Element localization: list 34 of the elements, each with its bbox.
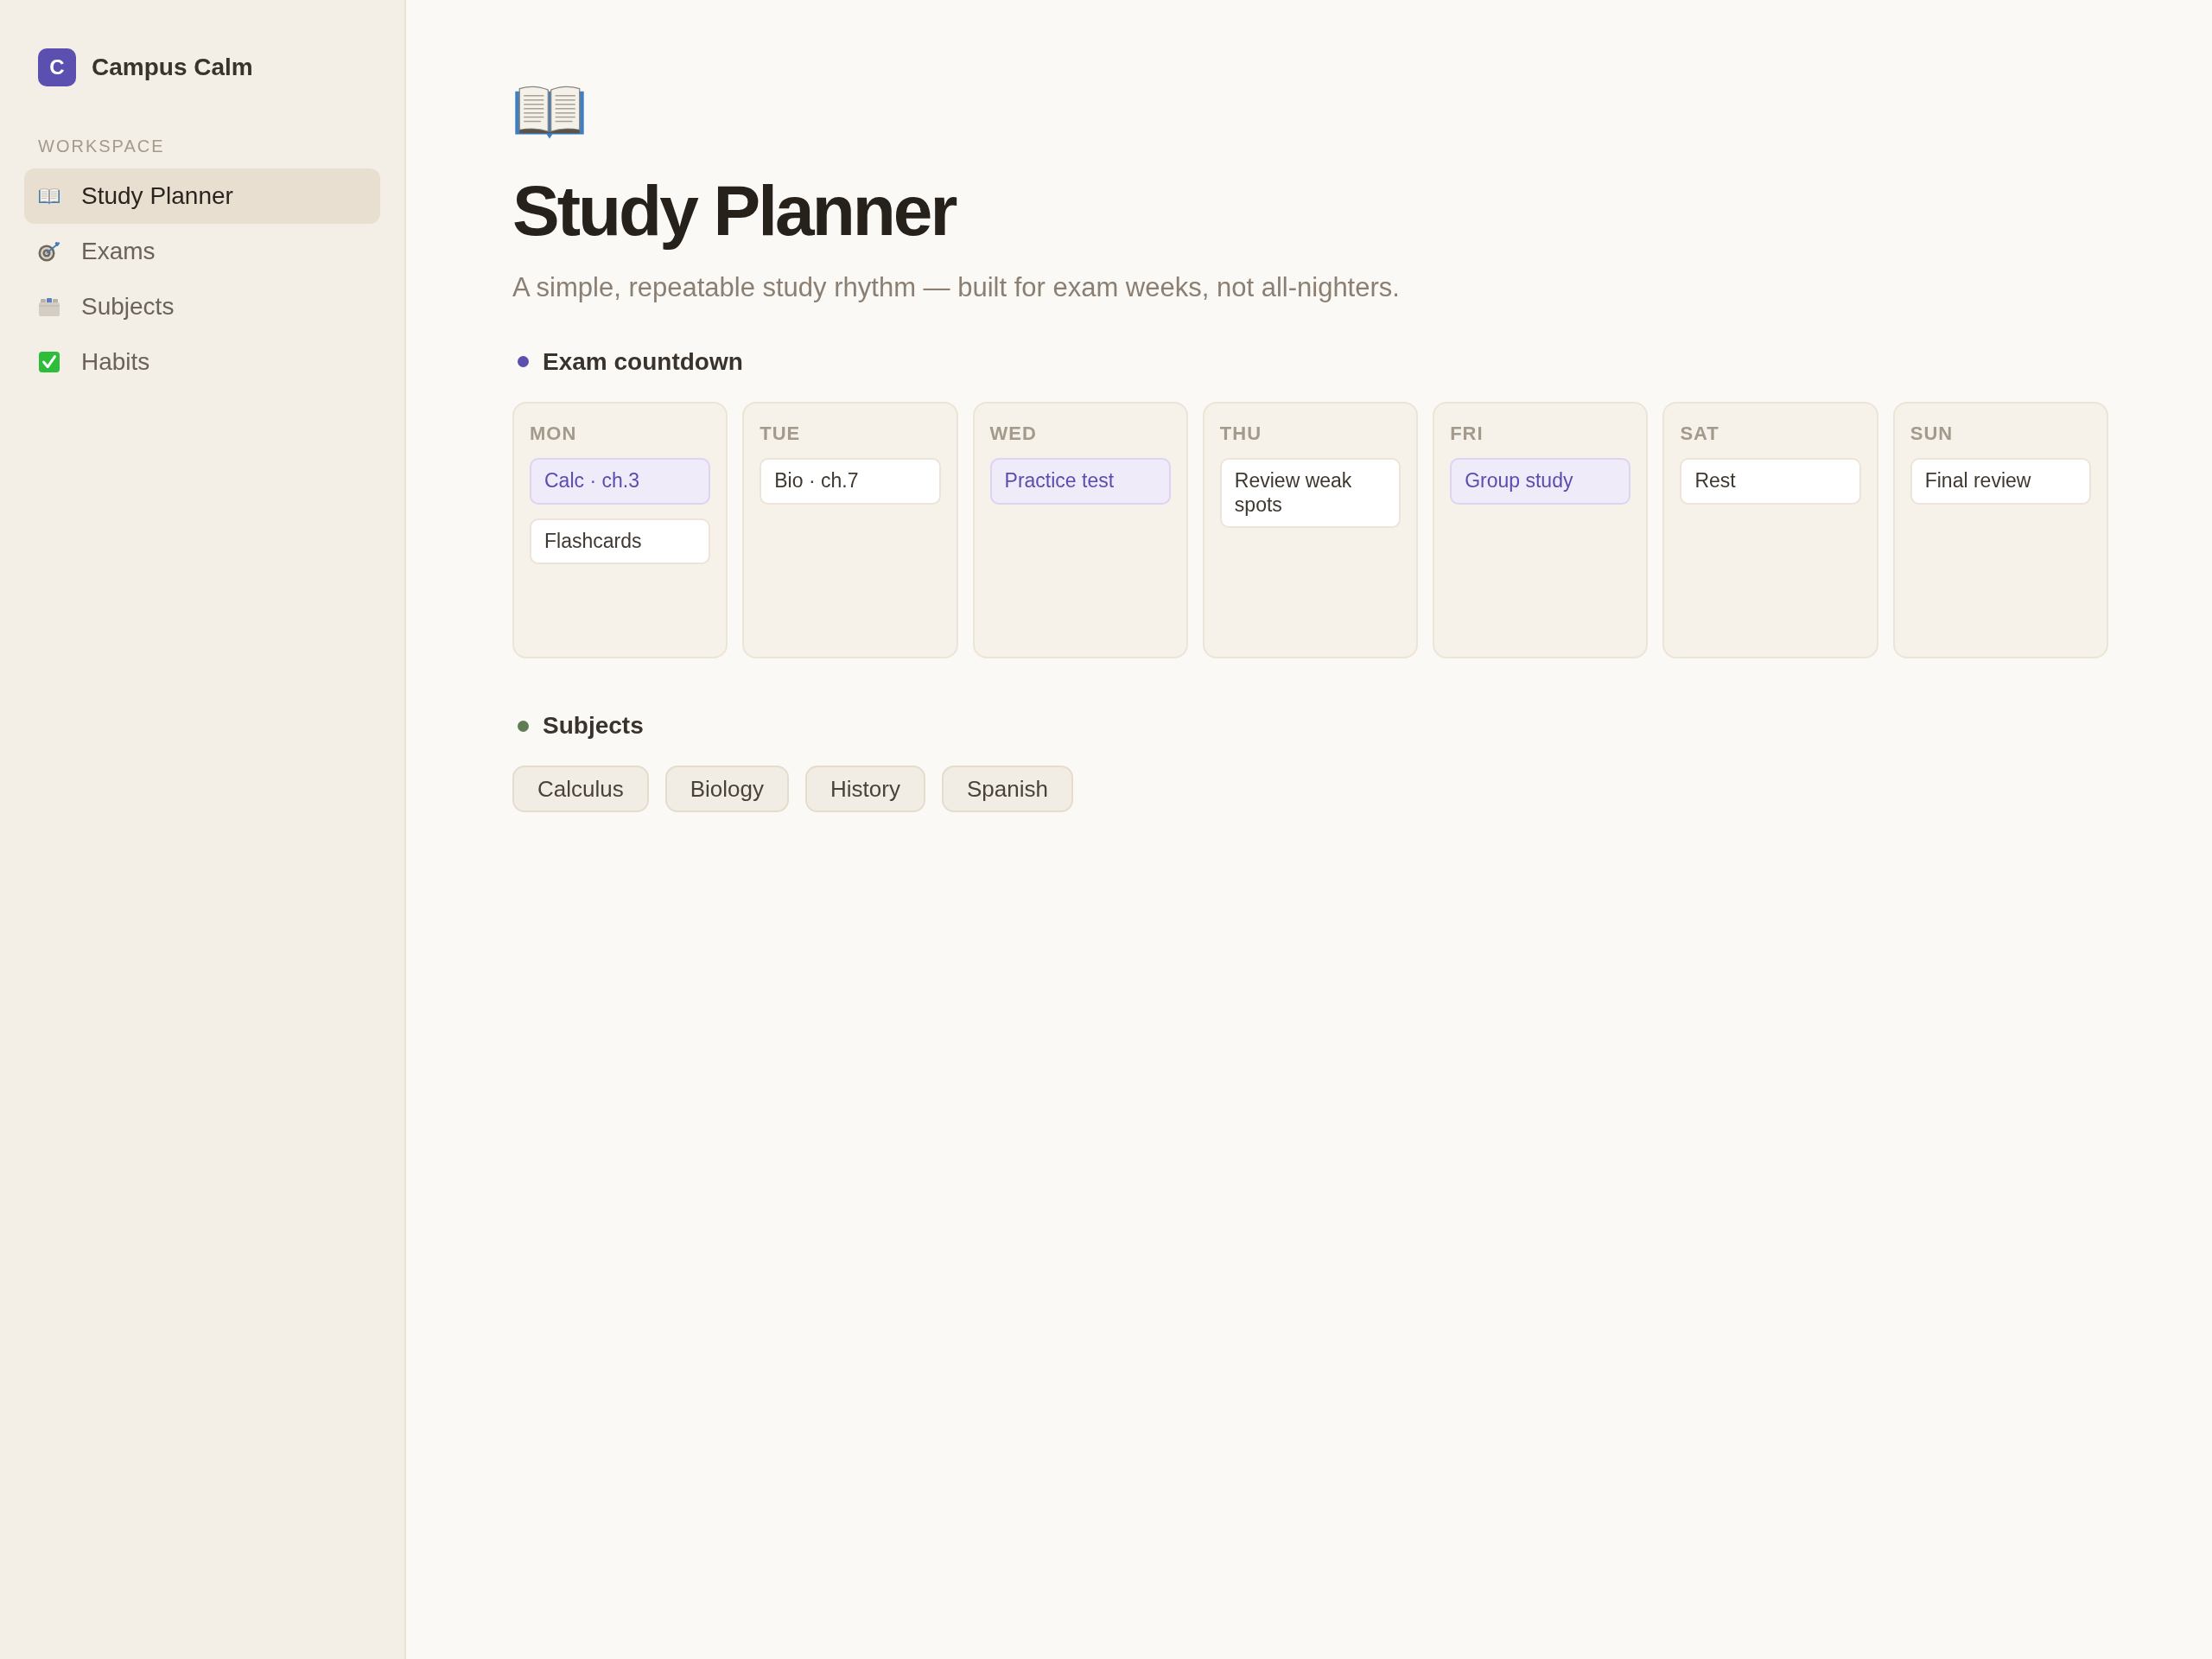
day-label: WED [989,423,1038,445]
day-label: THU [1219,423,1263,445]
open-book-icon [38,186,60,207]
brand-name: Campus Calm [92,54,253,81]
subject-tag[interactable]: Biology [664,766,789,813]
event-chip[interactable]: Flashcards [530,518,711,565]
sidebar-item[interactable]: Study Planner [24,168,380,224]
day-label: TUE [760,423,802,445]
dartboard-icon [38,241,60,262]
section-heading: Exam countdown [543,346,743,377]
sidebar-item[interactable]: Exams [24,224,380,279]
section-heading: Subjects [543,711,644,741]
event-chip[interactable]: Final review [1910,458,2091,505]
page-title: Study Planner [512,170,957,251]
subject-tag[interactable]: Calculus [512,766,649,813]
day-label: SAT [1680,423,1720,445]
file-box-icon [38,296,60,317]
subject-tag[interactable]: Spanish [941,766,1073,813]
checkbox-icon [38,352,60,372]
sidebar-item[interactable]: Subjects [24,279,380,334]
brand-logo: C [38,48,76,86]
day-label: MON [530,423,578,445]
event-chip[interactable]: Group study [1450,458,1631,505]
event-chip[interactable]: Review weak spots [1219,458,1402,529]
page-subtitle: A simple, repeatable study rhythm — built for exam weeks, not all-nighters. [512,271,1401,305]
day-label: SUN [1910,423,1955,445]
section-label: WORKSPACE [37,137,166,156]
event-chip[interactable]: Practice test [989,458,1171,505]
event-chip[interactable]: Rest [1680,458,1861,505]
event-chip[interactable]: Calc · ch.3 [530,458,711,505]
day-label: FRI [1450,423,1484,445]
event-chip[interactable]: Bio · ch.7 [760,458,941,505]
sidebar-item[interactable]: Habits [24,334,380,390]
subject-tag[interactable]: History [805,766,925,813]
